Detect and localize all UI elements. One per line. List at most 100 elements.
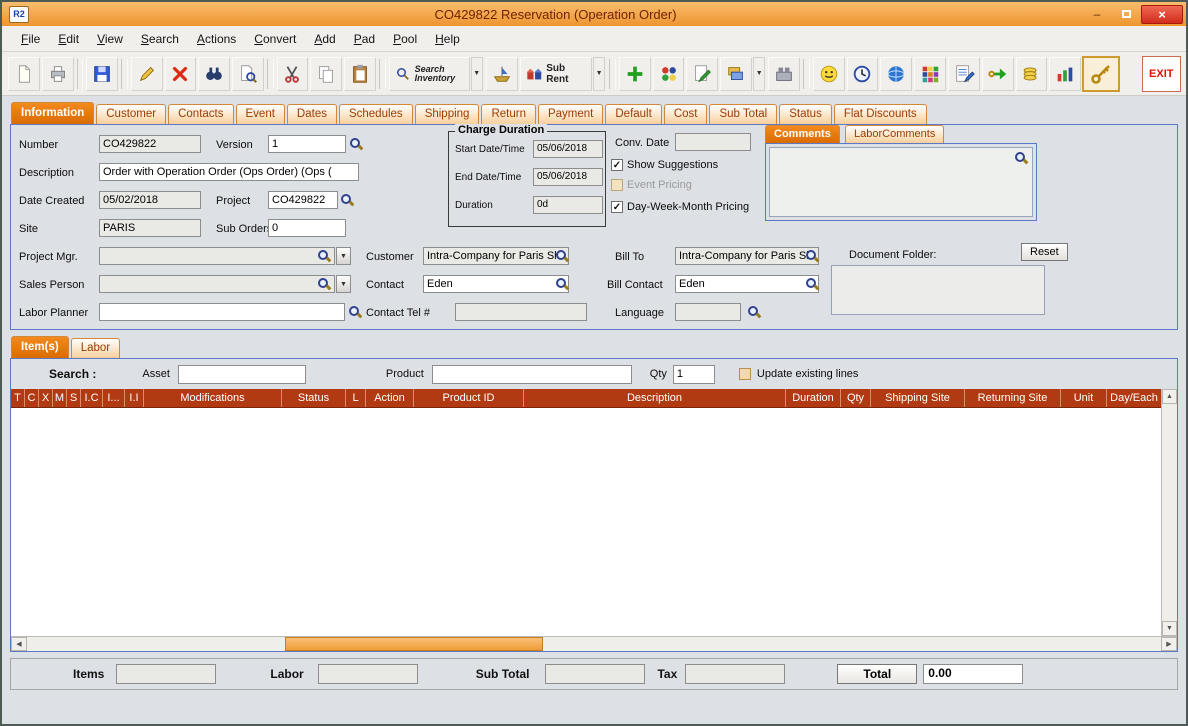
menu-pad[interactable]: Pad: [345, 29, 384, 49]
tab-flat-discounts[interactable]: Flat Discounts: [833, 104, 927, 124]
sales-person-dropdown[interactable]: ▼: [336, 275, 351, 293]
column-header[interactable]: Day/Each: [1107, 389, 1161, 407]
globe-button[interactable]: [880, 56, 913, 91]
search-inventory-dropdown[interactable]: ▼: [470, 56, 483, 91]
notes-button[interactable]: [686, 56, 719, 91]
transfer-button[interactable]: [981, 56, 1014, 91]
tab-information[interactable]: Information: [11, 102, 95, 124]
menu-actions[interactable]: Actions: [188, 29, 245, 49]
bill-contact-search-icon[interactable]: [805, 277, 819, 291]
edit-button[interactable]: [130, 56, 163, 91]
column-header[interactable]: I...: [103, 389, 125, 407]
column-header[interactable]: L: [346, 389, 366, 407]
bill-contact-field[interactable]: Eden: [675, 275, 819, 293]
sub-orders-field[interactable]: 0: [268, 219, 346, 237]
search-inventory-button[interactable]: Search Inventory: [388, 56, 470, 91]
menu-help[interactable]: Help: [426, 29, 469, 49]
project-search-icon[interactable]: [340, 193, 354, 207]
tab-labor[interactable]: Labor: [70, 338, 121, 358]
tab-comments[interactable]: Comments: [765, 125, 840, 143]
menu-convert[interactable]: Convert: [245, 29, 305, 49]
comments-textarea[interactable]: [769, 147, 1033, 217]
column-header[interactable]: Action: [366, 389, 414, 407]
bill-to-search-icon[interactable]: [805, 249, 819, 263]
language-search-icon[interactable]: [747, 305, 761, 319]
comments-search-icon[interactable]: [1014, 151, 1028, 165]
column-header[interactable]: X: [39, 389, 53, 407]
cube-button[interactable]: [914, 56, 946, 91]
column-header[interactable]: C: [25, 389, 39, 407]
tab-labor-comments[interactable]: LaborComments: [845, 125, 945, 143]
find-button[interactable]: [198, 56, 231, 91]
new-order-button[interactable]: [8, 56, 40, 91]
tab-customer[interactable]: Customer: [96, 104, 167, 124]
delete-button[interactable]: [164, 56, 197, 91]
column-header[interactable]: I.C: [81, 389, 103, 407]
currency-button[interactable]: [1015, 56, 1048, 91]
column-header[interactable]: Qty: [841, 389, 871, 407]
column-header[interactable]: Product ID: [414, 389, 524, 407]
tab-return[interactable]: Return: [481, 104, 536, 124]
scroll-down-icon[interactable]: ▼: [1162, 621, 1177, 636]
copy-button[interactable]: [310, 56, 343, 91]
exit-button[interactable]: EXIT: [1141, 55, 1181, 92]
close-button[interactable]: ×: [1141, 4, 1183, 24]
column-header[interactable]: M: [53, 389, 67, 407]
sub-rent-button[interactable]: Sub Rent: [519, 56, 592, 91]
save-button[interactable]: [86, 56, 119, 91]
column-header[interactable]: I.I: [125, 389, 144, 407]
reset-button[interactable]: Reset: [1021, 243, 1068, 261]
tab-default[interactable]: Default: [605, 104, 662, 124]
labor-planner-search-icon[interactable]: [348, 305, 362, 319]
menu-pool[interactable]: Pool: [384, 29, 426, 49]
customer-search-icon[interactable]: [555, 249, 569, 263]
maximize-button[interactable]: [1112, 5, 1140, 24]
chart-button[interactable]: [1049, 56, 1082, 91]
menu-edit[interactable]: Edit: [49, 29, 88, 49]
tab-sub-total[interactable]: Sub Total: [709, 104, 778, 124]
scroll-right-icon[interactable]: ▶: [1161, 637, 1177, 651]
tab-cost[interactable]: Cost: [663, 104, 708, 124]
find-order-button[interactable]: [232, 56, 264, 91]
ship-button[interactable]: [485, 56, 518, 91]
cut-button[interactable]: [276, 56, 309, 91]
minimize-button[interactable]: –: [1083, 5, 1111, 24]
add-item-button[interactable]: [618, 56, 651, 91]
tab-items[interactable]: Item(s): [11, 336, 69, 358]
paste-button[interactable]: [344, 56, 376, 91]
column-header[interactable]: Modifications: [144, 389, 282, 407]
product-input[interactable]: [431, 364, 632, 384]
qty-input[interactable]: [672, 364, 715, 384]
project-mgr-search-icon[interactable]: [317, 249, 331, 263]
asset-input[interactable]: [177, 364, 306, 384]
column-header[interactable]: Duration: [786, 389, 841, 407]
menu-file[interactable]: File: [12, 29, 49, 49]
contact-search-icon[interactable]: [555, 277, 569, 291]
tab-dates[interactable]: Dates: [286, 104, 337, 124]
tab-shipping[interactable]: Shipping: [414, 104, 480, 124]
tab-schedules[interactable]: Schedules: [338, 104, 413, 124]
print-button[interactable]: [41, 56, 74, 91]
column-header[interactable]: Returning Site: [965, 389, 1061, 407]
cards-button[interactable]: [720, 56, 753, 91]
column-header[interactable]: Unit: [1061, 389, 1107, 407]
column-header[interactable]: Shipping Site: [871, 389, 965, 407]
labor-planner-field[interactable]: [99, 303, 345, 321]
scroll-left-icon[interactable]: ◀: [11, 637, 27, 651]
sales-person-search-icon[interactable]: [317, 277, 331, 291]
horizontal-scroll-thumb[interactable]: [285, 637, 543, 651]
project-mgr-dropdown[interactable]: ▼: [336, 247, 351, 265]
menu-add[interactable]: Add: [305, 29, 344, 49]
menu-view[interactable]: View: [88, 29, 132, 49]
update-existing-checkbox[interactable]: [738, 368, 751, 380]
day-week-month-checkbox[interactable]: ✓ Day-Week-Month Pricing: [611, 201, 749, 213]
worksheet-button[interactable]: [947, 56, 980, 91]
column-header[interactable]: S: [67, 389, 81, 407]
equipment-button[interactable]: [768, 56, 801, 91]
description-field[interactable]: Order with Operation Order (Ops Order) (…: [99, 163, 359, 181]
items-grid-body[interactable]: [11, 408, 1161, 636]
version-field[interactable]: 1: [268, 135, 346, 153]
version-search-icon[interactable]: [349, 137, 363, 151]
column-header[interactable]: T: [11, 389, 25, 407]
contact-field[interactable]: Eden: [423, 275, 569, 293]
